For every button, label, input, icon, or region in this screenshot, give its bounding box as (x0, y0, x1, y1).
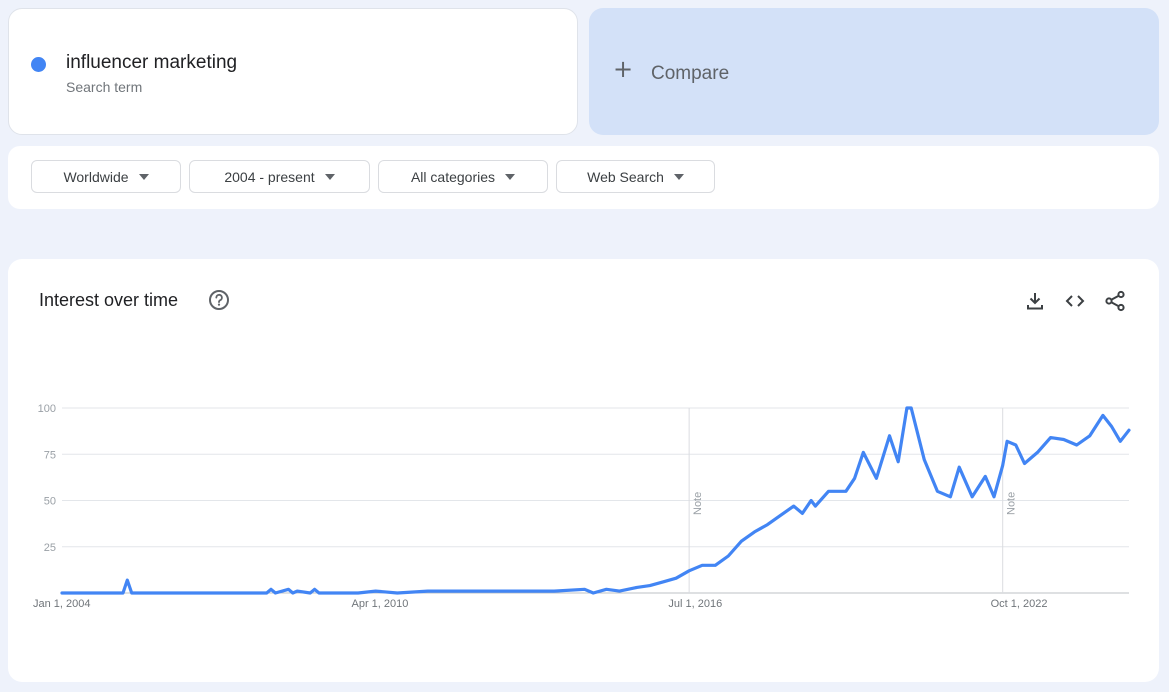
x-tick-label: Jul 1, 2016 (668, 598, 722, 610)
chevron-down-icon (673, 173, 684, 180)
property-filter[interactable]: Web Search (556, 160, 715, 193)
chevron-down-icon (138, 173, 149, 180)
chevron-down-icon (324, 173, 335, 180)
search-term-card[interactable]: influencer marketing Search term (8, 8, 578, 135)
note-label: Note (692, 492, 704, 515)
series-color-dot (31, 57, 46, 72)
y-tick-label: 75 (44, 449, 56, 461)
category-filter[interactable]: All categories (378, 160, 548, 193)
y-tick-label: 25 (44, 542, 56, 554)
interest-over-time-card: Interest over time 100 75 50 25 Jan 1, 2004 A… (8, 259, 1159, 682)
region-filter-label: Worldwide (63, 168, 129, 185)
category-filter-label: All categories (410, 168, 496, 185)
x-tick-label: Oct 1, 2022 (991, 598, 1048, 610)
y-tick-label: 50 (44, 496, 56, 508)
x-tick-label: Jan 1, 2004 (33, 598, 91, 610)
interest-chart: 100 75 50 25 Jan 1, 2004 Apr 1, 2010 Jul 1, 20… (33, 403, 1131, 610)
chevron-down-icon (505, 173, 516, 180)
note-label: Note (1006, 492, 1018, 515)
search-term-subtitle: Search term (66, 79, 143, 95)
x-tick-label: Apr 1, 2010 (351, 598, 408, 610)
y-tick-label: 100 (38, 403, 56, 415)
filter-bar: Worldwide 2004 - present All categories … (8, 146, 1159, 209)
search-term-name[interactable]: influencer marketing (66, 52, 237, 74)
compare-button[interactable]: + Compare (589, 8, 1159, 135)
time-range-filter-label: 2004 - present (224, 168, 315, 185)
time-range-filter[interactable]: 2004 - present (189, 160, 370, 193)
property-filter-label: Web Search (587, 168, 664, 185)
region-filter[interactable]: Worldwide (31, 160, 181, 193)
compare-label: Compare (651, 63, 730, 84)
plus-icon: + (613, 55, 634, 83)
